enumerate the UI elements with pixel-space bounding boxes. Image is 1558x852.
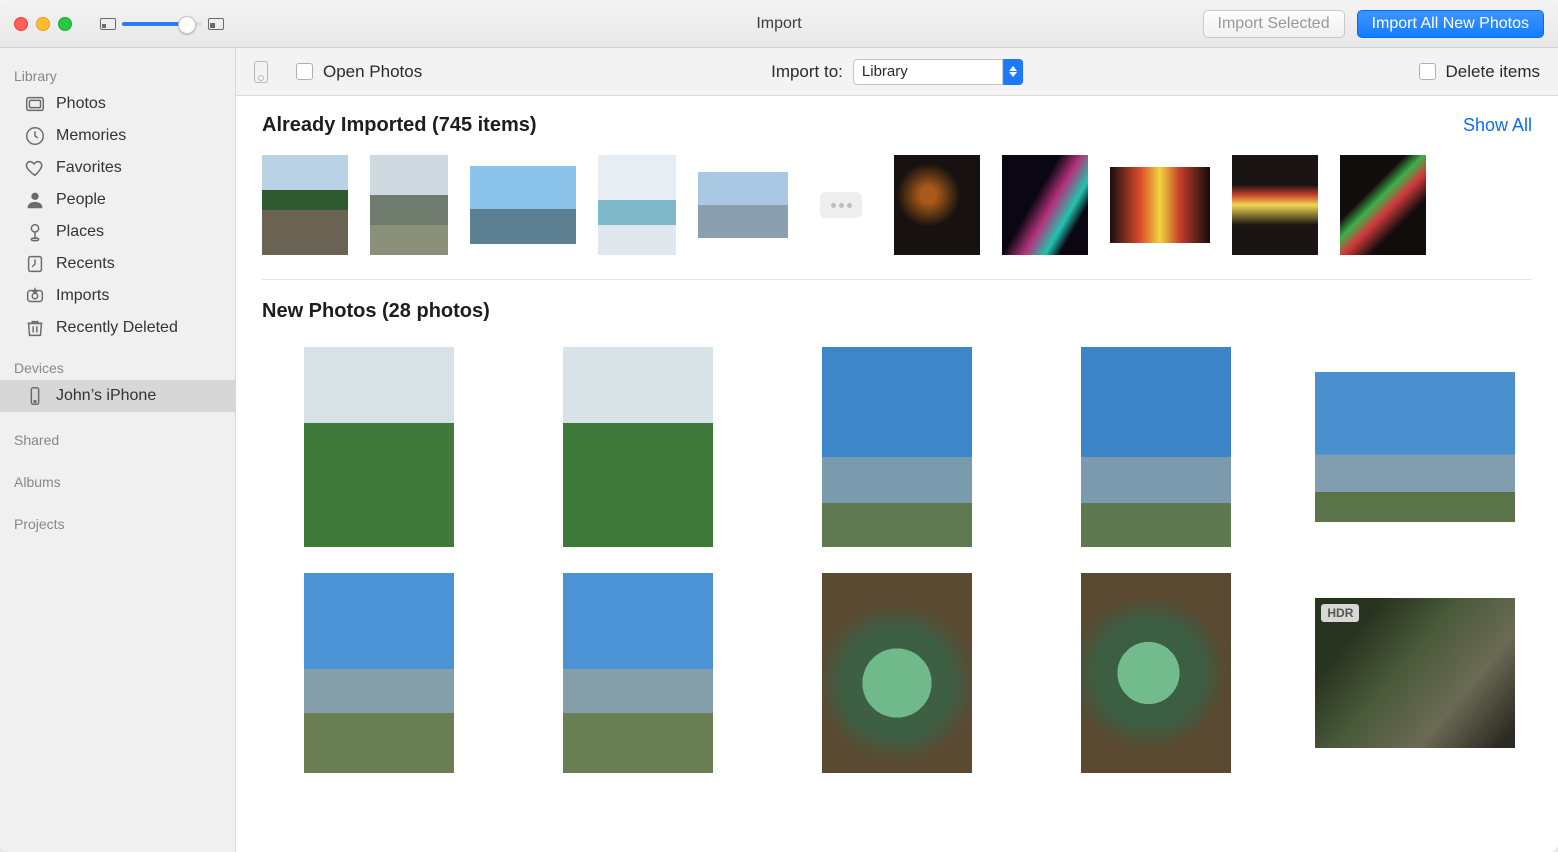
sidebar-section-devices: Devices (0, 354, 235, 380)
sidebar-item-label: John’s iPhone (56, 387, 156, 405)
sidebar-item-recently-deleted[interactable]: Recently Deleted (0, 312, 235, 344)
zoom-in-icon[interactable] (208, 18, 224, 30)
thumb-new[interactable] (304, 347, 454, 547)
sidebar-item-device[interactable]: John’s iPhone (0, 380, 235, 412)
sidebar-section-projects[interactable]: Projects (0, 510, 235, 536)
sidebar-item-photos[interactable]: Photos (0, 88, 235, 120)
sidebar-section-library: Library (0, 62, 235, 88)
thumb-new[interactable] (1081, 347, 1231, 547)
window-controls (14, 17, 72, 31)
new-photos-title: New Photos (28 photos) (262, 300, 1532, 323)
open-photos-option[interactable]: Open Photos (296, 62, 422, 82)
thumbnail-zoom (100, 18, 224, 30)
open-photos-checkbox[interactable] (296, 63, 313, 80)
imports-icon (24, 285, 46, 307)
import-all-button[interactable]: Import All New Photos (1357, 10, 1544, 38)
thumb-imported[interactable] (470, 166, 576, 244)
select-stepper-icon[interactable] (1003, 59, 1023, 85)
memories-icon (24, 125, 46, 147)
sidebar-item-label: People (56, 191, 106, 209)
device-icon (254, 61, 268, 83)
zoom-slider[interactable] (122, 22, 202, 26)
iphone-icon (24, 385, 46, 407)
thumb-imported[interactable] (370, 155, 448, 255)
sidebar-section-albums[interactable]: Albums (0, 468, 235, 494)
sidebar-item-places[interactable]: Places (0, 216, 235, 248)
thumb-new[interactable] (1315, 372, 1515, 522)
delete-items-checkbox[interactable] (1419, 63, 1436, 80)
sidebar-item-favorites[interactable]: Favorites (0, 152, 235, 184)
thumb-imported[interactable] (598, 155, 676, 255)
open-photos-label: Open Photos (323, 62, 422, 82)
sidebar-item-people[interactable]: People (0, 184, 235, 216)
section-divider (262, 279, 1532, 280)
sidebar-item-memories[interactable]: Memories (0, 120, 235, 152)
heart-icon (24, 157, 46, 179)
titlebar: Import Import Selected Import All New Ph… (0, 0, 1558, 48)
sidebar-item-label: Places (56, 223, 104, 241)
thumb-imported[interactable] (262, 155, 348, 255)
thumb-new[interactable] (822, 347, 972, 547)
zoom-out-icon[interactable] (100, 18, 116, 30)
more-icon[interactable] (820, 192, 862, 218)
sidebar-item-label: Recently Deleted (56, 319, 178, 337)
thumb-imported[interactable] (1340, 155, 1426, 255)
recents-icon (24, 253, 46, 275)
sidebar-item-label: Photos (56, 95, 106, 113)
delete-items-label: Delete items (1446, 62, 1540, 82)
close-window-icon[interactable] (14, 17, 28, 31)
window-title: Import (756, 15, 801, 33)
person-icon (24, 189, 46, 211)
sidebar-item-label: Imports (56, 287, 109, 305)
thumb-new[interactable] (563, 573, 713, 773)
photos-icon (24, 93, 46, 115)
import-to-value: Library (853, 59, 1003, 85)
sidebar: Library Photos Memories Favorites People… (0, 48, 236, 852)
trash-icon (24, 317, 46, 339)
sidebar-item-label: Favorites (56, 159, 122, 177)
content-area: Already Imported (745 items) Show All (236, 96, 1558, 852)
sidebar-section-shared[interactable]: Shared (0, 426, 235, 452)
thumb-imported[interactable] (1110, 167, 1210, 243)
thumb-new[interactable] (563, 347, 713, 547)
hdr-badge: HDR (1321, 604, 1359, 622)
sidebar-item-imports[interactable]: Imports (0, 280, 235, 312)
thumb-new[interactable]: HDR (1315, 598, 1515, 748)
minimize-window-icon[interactable] (36, 17, 50, 31)
sidebar-item-label: Memories (56, 127, 126, 145)
sidebar-item-recents[interactable]: Recents (0, 248, 235, 280)
thumb-new[interactable] (304, 573, 454, 773)
fullscreen-window-icon[interactable] (58, 17, 72, 31)
already-imported-title: Already Imported (745 items) (262, 114, 537, 137)
import-to-select[interactable]: Library (853, 59, 1023, 85)
import-to-label: Import to: (771, 62, 843, 82)
import-options-bar: Open Photos Import to: Library Delete it… (236, 48, 1558, 96)
import-selected-button[interactable]: Import Selected (1203, 10, 1345, 38)
new-photos-grid: HDR (262, 347, 1532, 773)
thumb-new[interactable] (822, 573, 972, 773)
thumb-imported[interactable] (1232, 155, 1318, 255)
thumb-new[interactable] (1081, 573, 1231, 773)
sidebar-item-label: Recents (56, 255, 115, 273)
thumb-imported[interactable] (1002, 155, 1088, 255)
thumb-imported[interactable] (698, 172, 788, 238)
already-imported-thumbs (262, 155, 1532, 255)
thumb-imported[interactable] (894, 155, 980, 255)
show-all-link[interactable]: Show All (1463, 115, 1532, 136)
delete-items-option[interactable]: Delete items (1419, 62, 1540, 82)
pin-icon (24, 221, 46, 243)
